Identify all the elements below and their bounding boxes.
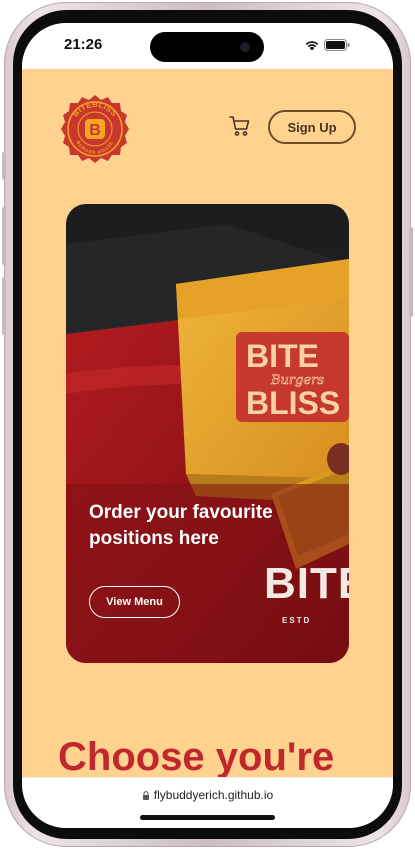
sign-up-button[interactable]: Sign Up xyxy=(268,110,356,144)
section-heading: Choose you're xyxy=(58,735,335,777)
estd-label: ESTD xyxy=(282,616,312,625)
camera-icon xyxy=(240,42,250,52)
status-bar: 21:26 xyxy=(22,23,393,69)
dynamic-island xyxy=(150,32,264,62)
battery-icon xyxy=(324,39,350,51)
brand-mark: BITE xyxy=(264,562,349,606)
home-indicator[interactable] xyxy=(140,815,275,820)
url-text[interactable]: flybuddyerich.github.io xyxy=(154,788,273,802)
status-time: 21:26 xyxy=(64,36,103,53)
view-menu-button[interactable]: View Menu xyxy=(89,586,180,618)
action-button xyxy=(2,152,6,180)
shopping-cart-icon[interactable] xyxy=(228,114,252,138)
volume-down-button xyxy=(2,277,6,335)
screen: 21:26 B BITEBLISS BURGER HOUSE Sign Up B… xyxy=(22,23,393,828)
logo-letter: B xyxy=(89,122,101,139)
hero-headline: Order your favourite positions here xyxy=(89,502,273,549)
power-button xyxy=(409,227,413,317)
hero-card: BITE Burgers BLISS Order your favourite … xyxy=(66,204,349,663)
url-row: flybuddyerich.github.io xyxy=(22,788,393,802)
web-page[interactable]: B BITEBLISS BURGER HOUSE Sign Up BITE Bu… xyxy=(22,69,393,777)
wifi-icon xyxy=(305,41,319,51)
lock-icon xyxy=(142,791,149,800)
bag-text-bottom: BLISS xyxy=(246,385,340,421)
bitebliss-logo[interactable]: B BITEBLISS BURGER HOUSE xyxy=(60,94,130,164)
bag-text-top: BITE xyxy=(246,338,319,374)
volume-up-button xyxy=(2,207,6,265)
browser-url-bar[interactable]: flybuddyerich.github.io xyxy=(22,777,393,828)
